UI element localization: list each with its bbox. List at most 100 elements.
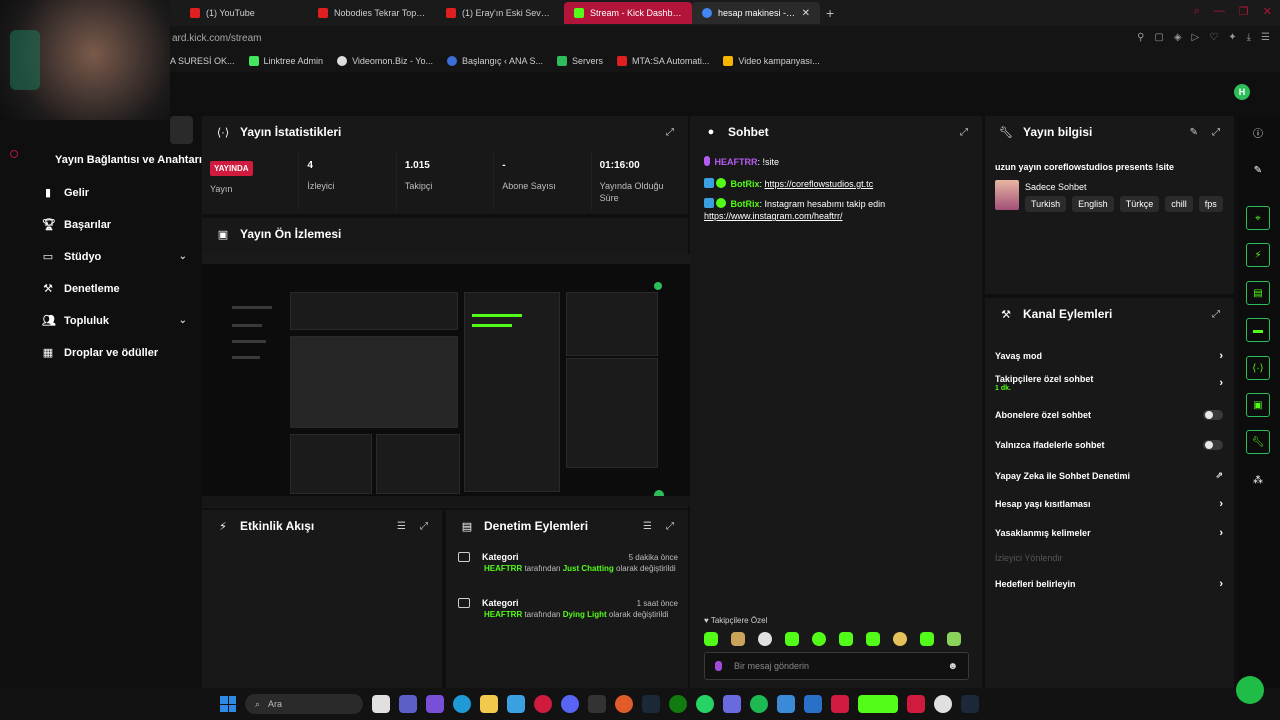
app-icon[interactable]	[804, 695, 822, 713]
app-icon[interactable]	[777, 695, 795, 713]
url-text[interactable]: ard.kick.com/stream	[172, 33, 261, 44]
whatsapp-icon[interactable]	[696, 695, 714, 713]
bookmark-item[interactable]: Video kampanyası...	[723, 56, 820, 66]
epic-games-icon[interactable]	[588, 695, 606, 713]
collapse-nav-button[interactable]	[170, 116, 193, 144]
emote-icon[interactable]	[866, 632, 880, 646]
tab-hesap-makinesi[interactable]: hesap makinesi - Goog✕	[692, 2, 820, 24]
emote-icon[interactable]	[731, 632, 745, 646]
close-tab-icon[interactable]: ✕	[802, 8, 810, 19]
close-window-icon[interactable]: ✕	[1263, 5, 1272, 18]
expand-icon[interactable]: ⤢	[1212, 309, 1220, 320]
search-tabs-icon[interactable]: ⌕	[1194, 5, 1200, 18]
preview-icon[interactable]: ▣	[1246, 393, 1270, 417]
sidebar-item-basarilar[interactable]: 🏆︎ Başarılar	[42, 218, 187, 232]
action-followers-only[interactable]: Takipçilere özel sohbet 1 dk. ›	[995, 374, 1223, 392]
sidebar-item-droplar[interactable]: ▦ Droplar ve ödüller	[42, 346, 187, 360]
pin-icon[interactable]: ⚲	[1137, 32, 1144, 43]
chat-link[interactable]: https://www.instagram.com/heaftrr/	[704, 211, 843, 221]
app-icon[interactable]	[831, 695, 849, 713]
heart-icon[interactable]: ♡	[1209, 32, 1218, 43]
app-icon[interactable]	[934, 695, 952, 713]
info-icon[interactable]: ⓘ	[1246, 120, 1270, 144]
emote-icon[interactable]	[947, 632, 961, 646]
filter-icon[interactable]: ☰	[397, 521, 406, 532]
spotify-icon[interactable]	[750, 695, 768, 713]
obs-icon[interactable]	[426, 695, 444, 713]
mic-icon[interactable]	[715, 661, 722, 671]
emote-icon[interactable]	[839, 632, 853, 646]
expand-icon[interactable]: ⤢	[666, 127, 674, 138]
emote-icon[interactable]	[758, 632, 772, 646]
folder-icon[interactable]	[480, 695, 498, 713]
expand-icon[interactable]: ⤢	[960, 127, 968, 138]
bookmark-item[interactable]: A SURESİ OK...	[170, 56, 235, 66]
action-banned-words[interactable]: Yasaklanmış kelimeler ›	[995, 527, 1223, 539]
chat-icon[interactable]: ▬	[1246, 318, 1270, 342]
play-icon[interactable]: ▷	[1192, 32, 1200, 43]
discord-icon[interactable]	[561, 695, 579, 713]
bookmark-item[interactable]: Servers	[557, 56, 603, 66]
edit-icon[interactable]: ✎	[1246, 158, 1270, 182]
action-account-age[interactable]: Hesap yaşı kısıtlaması ›	[995, 498, 1223, 510]
minimize-icon[interactable]: —	[1214, 5, 1225, 18]
expand-icon[interactable]: ⤢	[666, 521, 674, 532]
edge-icon[interactable]	[453, 695, 471, 713]
steam-icon[interactable]	[961, 695, 979, 713]
sidebar-item-stream-key[interactable]: Yayın Bağlantısı ve Anahtarı	[55, 154, 202, 166]
emote-icon[interactable]	[920, 632, 934, 646]
filter-icon[interactable]: ☰	[643, 521, 652, 532]
lightning-icon[interactable]: ⚡︎	[1246, 243, 1270, 267]
emote-icon[interactable]	[812, 632, 826, 646]
kick-icon[interactable]	[858, 695, 898, 713]
shield-icon[interactable]: ◈	[1174, 32, 1182, 43]
expand-icon[interactable]: ⤢	[1212, 127, 1220, 138]
new-tab-button[interactable]: +	[826, 5, 834, 21]
action-slow-mode[interactable]: Yavaş mod ›	[995, 350, 1223, 362]
sidebar-item-gelir[interactable]: ▮ Gelir	[42, 186, 187, 200]
opera-icon[interactable]	[534, 695, 552, 713]
document-icon[interactable]: ▤	[1246, 281, 1270, 305]
sidebar-item-denetleme[interactable]: ⚒ Denetleme	[42, 282, 187, 296]
wrench-icon[interactable]: 🔧︎	[1246, 430, 1270, 454]
focus-icon[interactable]: ⌖	[1246, 206, 1270, 230]
floating-action-button[interactable]	[1236, 676, 1264, 704]
emote-icon[interactable]	[785, 632, 799, 646]
emote-icon[interactable]	[893, 632, 907, 646]
xbox-icon[interactable]	[669, 695, 687, 713]
app-icon[interactable]	[615, 695, 633, 713]
toggle-switch[interactable]	[1203, 440, 1223, 450]
steam-icon[interactable]	[642, 695, 660, 713]
tab-youtube[interactable]: (1) YouTube	[180, 2, 308, 24]
menu-icon[interactable]: ☰	[1261, 32, 1270, 43]
avatar[interactable]: H	[1234, 84, 1250, 100]
maximize-icon[interactable]: ❐	[1239, 5, 1249, 18]
screenshot-icon[interactable]: ▢	[1154, 32, 1163, 43]
action-ai-moderation[interactable]: Yapay Zeka ile Sohbet Denetimi ⇗	[995, 470, 1223, 481]
toggle-switch[interactable]	[1203, 410, 1223, 420]
tab-nobodies[interactable]: Nobodies Tekrar Toplanıyo	[308, 2, 436, 24]
teams-icon[interactable]	[399, 695, 417, 713]
bookmark-item[interactable]: Videomon.Biz - Yo...	[337, 56, 433, 66]
layout-icon[interactable]: ⁂	[1246, 468, 1270, 492]
download-icon[interactable]: ⤓	[1247, 32, 1251, 43]
tab-eray[interactable]: (1) Eray'ın Eski Sevgilisi Ç	[436, 2, 564, 24]
bookmark-item[interactable]: MTA:SA Automati...	[617, 56, 709, 66]
action-set-goals[interactable]: Hedefleri belirleyin ›	[995, 578, 1223, 590]
chat-input[interactable]: Bir mesaj gönderin ☻	[704, 652, 969, 680]
bookmark-item[interactable]: Başlangıç ‹ ANA S...	[446, 56, 543, 66]
emoji-icon[interactable]: ☻	[947, 661, 958, 672]
tab-kick-dashboard[interactable]: Stream - Kick Dashboard	[564, 2, 692, 24]
task-view-icon[interactable]	[372, 695, 390, 713]
address-bar[interactable]: ard.kick.com/stream ⚲ ▢ ◈ ▷ ♡ ✦ ⤓ ☰	[0, 26, 1280, 50]
extensions-icon[interactable]: ✦	[1228, 32, 1236, 43]
expand-icon[interactable]: ⤢	[420, 521, 428, 532]
emote-icon[interactable]	[704, 632, 718, 646]
edit-icon[interactable]: ✎	[1190, 127, 1198, 138]
stream-preview-video[interactable]	[202, 254, 690, 506]
app-icon[interactable]	[907, 695, 925, 713]
broadcast-icon[interactable]: ⟨·⟩	[1246, 356, 1270, 380]
monitor-app-icon[interactable]	[507, 695, 525, 713]
bookmark-item[interactable]: Linktree Admin	[248, 56, 323, 66]
windows-start-icon[interactable]	[220, 696, 236, 712]
